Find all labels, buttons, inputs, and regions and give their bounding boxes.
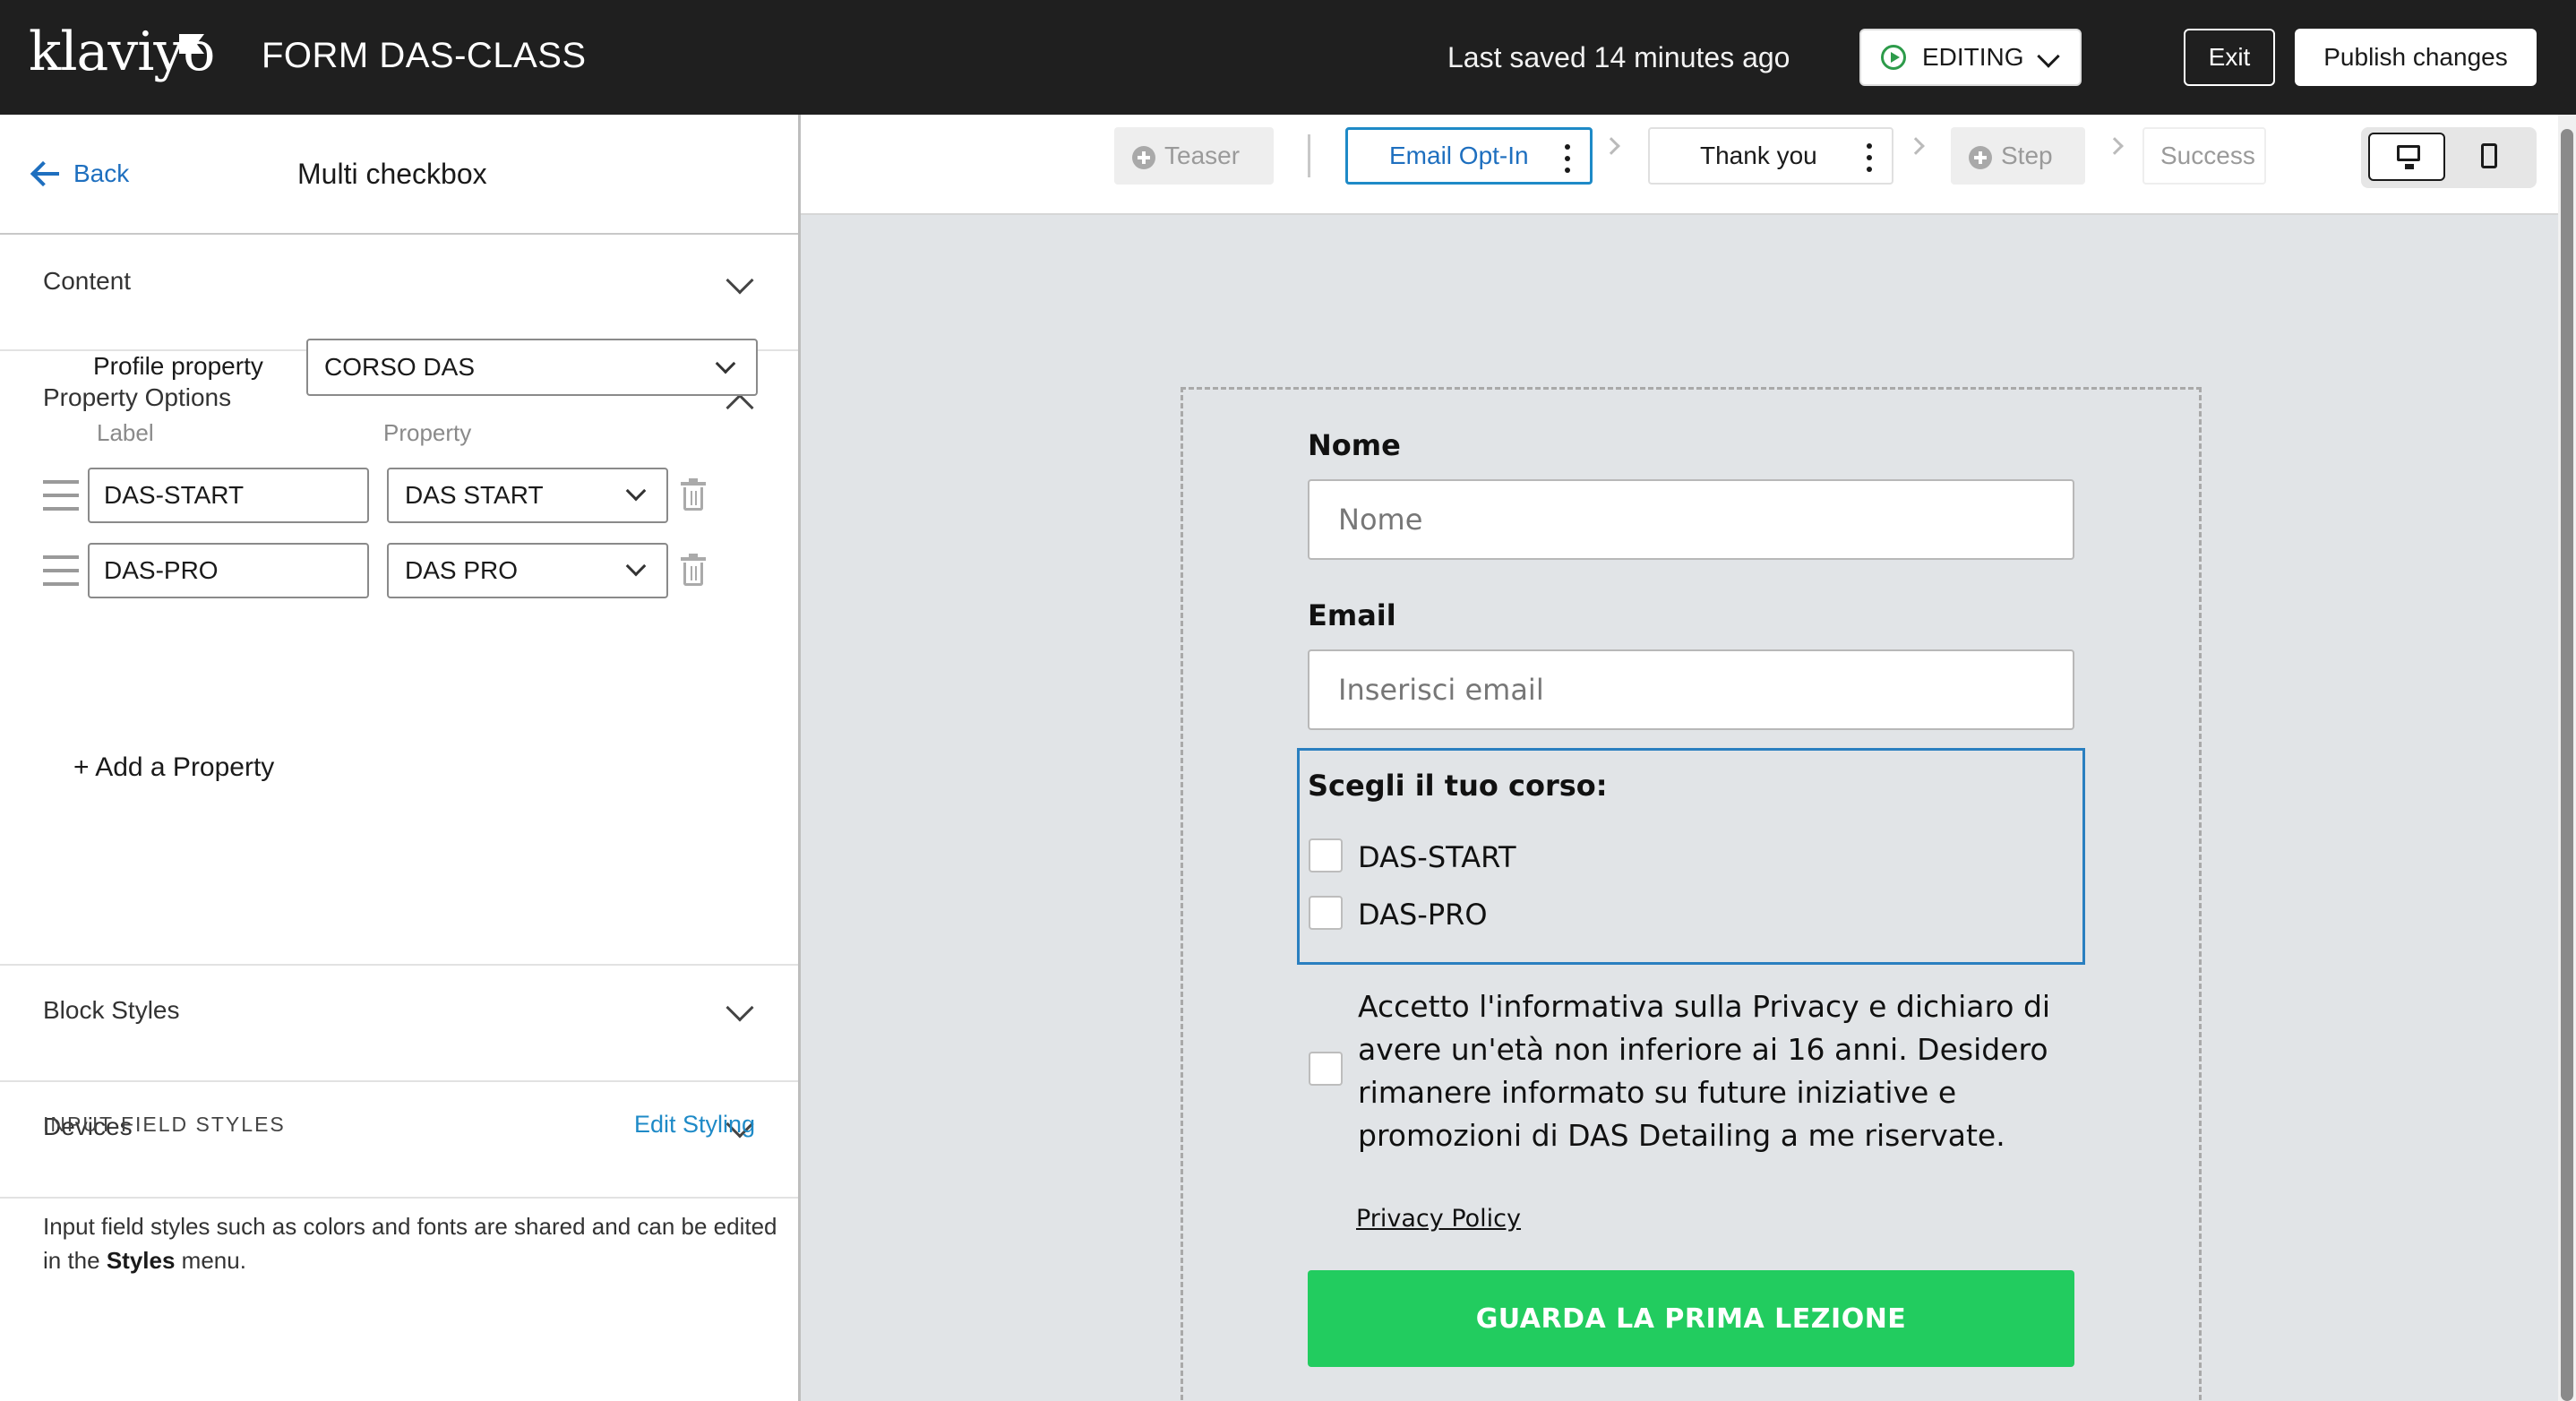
chevron-up-icon[interactable] (726, 393, 754, 422)
option-property-select[interactable]: DAS START (387, 468, 668, 523)
top-bar: klaviyo FORM DAS-CLASS Last saved 14 min… (0, 0, 2576, 115)
kebab-menu-icon[interactable] (1565, 144, 1570, 173)
mobile-preview-button[interactable] (2451, 133, 2528, 181)
chevron-right-icon (2106, 137, 2124, 155)
privacy-policy-link[interactable]: Privacy Policy (1356, 1205, 1521, 1233)
step-teaser[interactable]: Teaser (1114, 127, 1274, 185)
profile-property-select[interactable]: CORSO DAS (306, 339, 758, 396)
plus-circle-icon (1132, 146, 1155, 169)
canvas-scrollbar[interactable] (2558, 115, 2576, 1401)
email-input-placeholder: Inserisci email (1338, 673, 1544, 707)
option-property-value: DAS START (405, 481, 544, 509)
edit-styling-link[interactable]: Edit Styling (634, 1111, 755, 1139)
publish-changes-button[interactable]: Publish changes (2295, 29, 2537, 86)
add-property-button[interactable]: + Add a Property (73, 752, 274, 783)
last-saved-status: Last saved 14 minutes ago (1447, 41, 1790, 73)
form-title: FORM DAS-CLASS (262, 36, 587, 75)
step-teaser-label: Teaser (1164, 142, 1241, 169)
option-property-select[interactable]: DAS PRO (387, 543, 668, 598)
chevron-down-icon (625, 555, 647, 577)
profile-property-value: CORSO DAS (324, 353, 476, 381)
step-divider (1308, 134, 1310, 177)
device-preview-toggle (2361, 127, 2537, 188)
checkbox-das-start[interactable] (1309, 838, 1343, 872)
drag-handle-icon[interactable] (43, 555, 79, 586)
name-input[interactable]: Nome (1308, 479, 2074, 560)
step-thank-you[interactable]: Thank you (1648, 127, 1893, 185)
chevron-down-icon (715, 353, 736, 374)
desktop-preview-button[interactable] (2368, 133, 2445, 181)
mobile-icon (2481, 143, 2497, 168)
step-email-optin-label: Email Opt-In (1389, 142, 1529, 169)
play-circle-icon (1881, 45, 1906, 70)
chevron-right-icon (1602, 137, 1620, 155)
email-field-label: Email (1308, 598, 1396, 632)
content-section-header[interactable]: Content (0, 235, 798, 351)
chevron-down-icon (2037, 45, 2060, 68)
step-thank-you-label: Thank you (1700, 142, 1817, 169)
profile-property-label: Profile property (93, 352, 263, 380)
trash-icon[interactable] (681, 554, 706, 586)
devices-section-header[interactable]: Devices (0, 1082, 798, 1199)
styles-menu-ref: Styles (106, 1247, 176, 1274)
plus-circle-icon (1969, 146, 1992, 169)
editing-status-label: EDITING (1922, 43, 2024, 71)
input-field-styles-description: Input field styles such as colors and fo… (43, 1209, 777, 1277)
back-link[interactable]: Back (32, 159, 129, 188)
step-email-optin[interactable]: Email Opt-In (1345, 127, 1593, 185)
exit-button[interactable]: Exit (2184, 29, 2275, 86)
scrollbar-thumb[interactable] (2561, 129, 2573, 1401)
arrow-left-icon (32, 161, 61, 186)
option-property-value: DAS PRO (405, 556, 519, 584)
ifs-desc-text-end: menu. (175, 1247, 246, 1274)
checkbox-das-pro-label: DAS-PRO (1358, 898, 1488, 932)
step-add-step[interactable]: Step (1951, 127, 2085, 185)
name-input-placeholder: Nome (1338, 503, 1423, 537)
chevron-down-icon (726, 266, 754, 295)
panel-title: Multi checkbox (297, 158, 487, 190)
step-success[interactable]: Success (2142, 127, 2266, 185)
checkbox-das-pro[interactable] (1309, 896, 1343, 930)
block-styles-section-header[interactable]: Block Styles (0, 966, 798, 1082)
content-section-label: Content (43, 267, 132, 295)
chevron-down-icon (625, 480, 647, 502)
editing-status-dropdown[interactable]: EDITING (1859, 29, 2082, 86)
chevron-down-icon (726, 993, 754, 1022)
submit-cta-button[interactable]: GUARDA LA PRIMA LEZIONE (1308, 1270, 2074, 1367)
form-steps-bar: Teaser Email Opt-In Thank you Step Succe… (801, 115, 2558, 215)
name-field-label: Nome (1308, 428, 1401, 462)
option-label-input[interactable]: DAS-PRO (88, 543, 369, 598)
checkbox-das-start-label: DAS-START (1358, 840, 1516, 874)
drag-handle-icon[interactable] (43, 480, 79, 511)
property-options-label[interactable]: Property Options (43, 383, 231, 412)
panel-header: Back Multi checkbox (0, 115, 798, 235)
consent-text: Accetto l'informativa sulla Privacy e di… (1358, 989, 2051, 1153)
property-column-header: Property (383, 419, 472, 446)
option-label-input[interactable]: DAS-START (88, 468, 369, 523)
kebab-menu-icon[interactable] (1867, 143, 1872, 172)
chevron-right-icon (1907, 137, 1925, 155)
properties-panel: Back Multi checkbox Content Property Opt… (0, 115, 801, 1401)
block-styles-label: Block Styles (43, 996, 180, 1024)
step-success-label: Success (2160, 142, 2255, 169)
option-label-value: DAS-START (104, 481, 245, 509)
email-input[interactable]: Inserisci email (1308, 649, 2074, 730)
desktop-icon (2397, 145, 2420, 169)
checkbox-group-title: Scegli il tuo corso: (1308, 769, 1608, 803)
back-label: Back (73, 159, 130, 187)
trash-icon[interactable] (681, 478, 706, 511)
input-field-styles-heading: INPUT FIELD STYLES (43, 1113, 286, 1136)
option-label-value: DAS-PRO (104, 556, 219, 584)
label-column-header: Label (97, 419, 154, 446)
consent-checkbox[interactable] (1309, 1052, 1343, 1086)
step-add-step-label: Step (2001, 142, 2053, 169)
